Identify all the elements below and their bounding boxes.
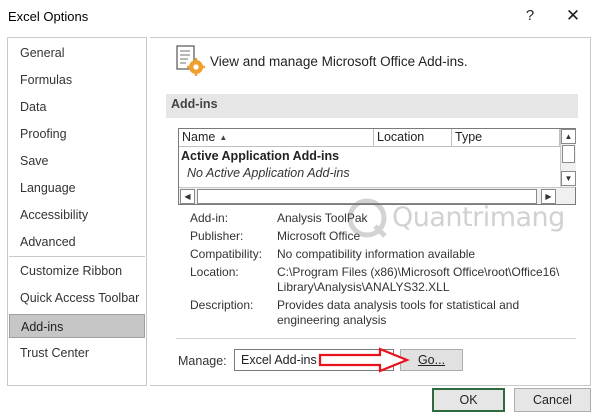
scroll-left-icon[interactable]: ◀ [180,189,195,204]
column-header-type[interactable]: Type [452,129,560,147]
addin-label: Add-in: [190,211,229,225]
sidebar-item-trust-center[interactable]: Trust Center [9,341,145,365]
divider [176,338,576,339]
page-heading: View and manage Microsoft Office Add-ins… [210,54,468,69]
sidebar: General Formulas Data Proofing Save Lang… [7,37,147,386]
cancel-button[interactable]: Cancel [514,388,591,412]
sidebar-item-add-ins[interactable]: Add-ins [9,314,145,338]
scroll-thumb[interactable] [562,145,575,163]
location-value-line-2: Library\Analysis\ANALYS32.XLL [277,280,450,294]
column-header-name[interactable]: Name ▲ [179,129,374,147]
vertical-scrollbar[interactable]: ▲ ▼ [560,129,576,187]
sidebar-item-accessibility[interactable]: Accessibility [9,203,145,227]
sidebar-item-quick-access-toolbar[interactable]: Quick Access Toolbar [9,286,145,310]
sidebar-item-data[interactable]: Data [9,95,145,119]
add-ins-list[interactable]: Name ▲ Location Type Active Application A… [178,128,576,205]
scroll-up-icon[interactable]: ▲ [561,129,576,144]
section-header [166,94,578,118]
publisher-label: Publisher: [190,229,244,243]
scroll-down-icon[interactable]: ▼ [561,171,576,186]
group-header: Active Application Add-ins [181,149,340,163]
ok-button[interactable]: OK [432,388,505,412]
location-value-line-1: C:\Program Files (x86)\Microsoft Office\… [277,265,560,279]
red-arrow-icon [318,347,410,373]
sidebar-separator [9,256,145,257]
sidebar-item-language[interactable]: Language [9,176,145,200]
gear-document-icon [176,45,206,77]
location-label: Location: [190,265,239,279]
manage-dropdown-value: Excel Add-ins [241,353,317,367]
column-header-location[interactable]: Location [374,129,452,147]
sidebar-item-advanced[interactable]: Advanced [9,230,145,254]
sidebar-item-formulas[interactable]: Formulas [9,68,145,92]
manage-label: Manage: [178,354,227,368]
window-title: Excel Options [8,9,89,24]
sidebar-item-proofing[interactable]: Proofing [9,122,145,146]
watermark-text: Quantrimang [392,202,565,233]
sidebar-item-customize-ribbon[interactable]: Customize Ribbon [9,259,145,283]
sort-ascending-icon: ▲ [219,133,228,143]
column-name-label: Name [182,130,216,144]
sidebar-item-save[interactable]: Save [9,149,145,173]
description-value-line-2: engineering analysis [277,313,387,327]
help-button[interactable]: ? [520,5,540,27]
compatibility-value: No compatibility information available [277,247,476,261]
go-button-label: Go... [417,353,446,367]
sidebar-item-general[interactable]: General [9,41,145,65]
description-value-line-1: Provides data analysis tools for statist… [277,298,520,312]
description-label: Description: [190,298,254,312]
compatibility-label: Compatibility: [190,247,263,261]
empty-list-message: No Active Application Add-ins [187,166,350,180]
close-button[interactable]: ✕ [562,5,584,27]
title-bar: Excel Options ? ✕ [0,0,598,32]
section-title: Add-ins [171,97,218,111]
